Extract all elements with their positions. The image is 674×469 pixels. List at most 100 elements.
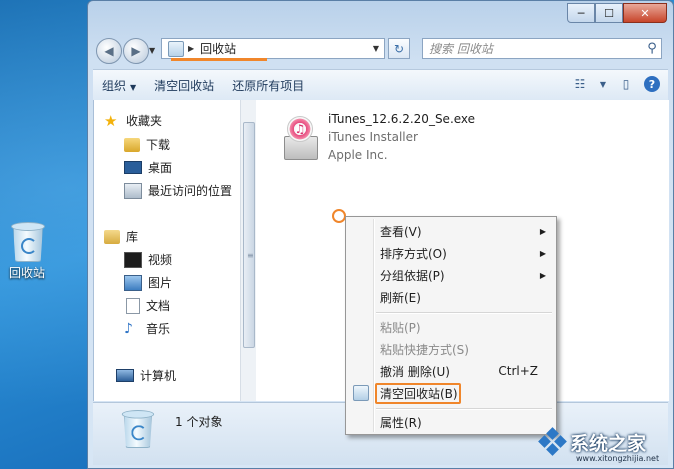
desktop-icon-label: 回收站 (8, 266, 45, 280)
back-button[interactable]: ◀ (96, 38, 122, 64)
scrollbar-grip-icon: ≡ (247, 251, 254, 260)
music-icon: ♪ (124, 320, 133, 337)
highlight-box (375, 383, 461, 404)
back-arrow-icon: ◀ (104, 44, 114, 58)
click-marker (332, 209, 346, 223)
command-bar: 组织 ▼ 清空回收站 还原所有项目 ☷ ▼ ▯ ? (93, 69, 668, 101)
sidebar-item-computer[interactable]: 计算机 (116, 367, 176, 384)
submenu-arrow-icon: ▶ (539, 226, 546, 236)
sidebar-item-documents[interactable]: 文档 (126, 297, 170, 314)
empty-recycle-bin-button[interactable]: 清空回收站 (145, 77, 223, 94)
desktop-icon (124, 161, 142, 174)
file-name: iTunes_12.6.2.20_Se.exe (328, 112, 476, 126)
recent-pages-dropdown[interactable]: ▼ (149, 46, 155, 55)
search-icon[interactable]: ⚲ (643, 41, 661, 56)
sidebar-item-label: 计算机 (140, 369, 177, 383)
sidebar-item-music[interactable]: ♪ 音乐 (124, 320, 170, 337)
recycle-bin-icon (10, 222, 45, 262)
sidebar-item-label: 文档 (146, 299, 171, 313)
item-count: 1 个对象 (175, 415, 223, 429)
sidebar-item-pictures[interactable]: 图片 (124, 274, 172, 291)
refresh-button[interactable]: ↻ (388, 38, 410, 59)
address-dropdown[interactable]: ▼ (368, 44, 384, 53)
downloads-icon (124, 137, 140, 152)
watermark: 系统之家 www.xitongzhijia.net (538, 420, 670, 464)
sidebar-item-desktop[interactable]: 桌面 (124, 159, 172, 176)
menu-item-label: 撤消 删除(U) (380, 364, 450, 379)
search-placeholder[interactable]: 搜索 回收站 (423, 40, 643, 57)
recycle-bin-icon (121, 410, 155, 448)
chevron-down-icon: ▼ (130, 82, 137, 92)
address-bar[interactable]: ▶ 回收站 ▼ (161, 38, 385, 59)
menu-item-sort-by[interactable]: 排序方式(O) ▶ (348, 242, 554, 264)
sidebar-item-label: 音乐 (146, 322, 171, 336)
menu-item-label: 刷新(E) (380, 290, 421, 305)
recent-places-icon (124, 182, 142, 199)
menu-item-group-by[interactable]: 分组依据(P) ▶ (348, 264, 554, 286)
menu-item-paste-shortcut: 粘贴快捷方式(S) (348, 338, 554, 360)
submenu-arrow-icon: ▶ (539, 248, 546, 258)
minimize-button[interactable]: ─ (567, 3, 595, 23)
navigation-pane: ★ 收藏夹 下载 桌面 最近访问的位置 库 视频 图片 文档 ♪ 音乐 计算机 (94, 100, 240, 401)
music-note-icon: ♫ (294, 122, 306, 136)
menu-separator (376, 312, 552, 314)
menu-item-label: 属性(R) (380, 415, 422, 430)
menu-item-label: 分组依据(P) (380, 268, 445, 283)
menu-item-view[interactable]: 查看(V) ▶ (348, 220, 554, 242)
view-dropdown-icon[interactable]: ▼ (598, 75, 608, 93)
sidebar-item-label: 桌面 (148, 161, 173, 175)
recycle-bin-small-icon (353, 385, 369, 401)
file-type: iTunes Installer (328, 130, 418, 144)
toolbar-right: ☷ ▼ ▯ ? (570, 75, 660, 93)
forward-arrow-icon: ▶ (131, 44, 141, 58)
menu-item-undo-delete[interactable]: 撤消 删除(U) Ctrl+Z (348, 360, 554, 382)
organize-button[interactable]: 组织 ▼ (93, 77, 145, 94)
menu-item-shortcut: Ctrl+Z (498, 364, 538, 378)
view-options-icon[interactable]: ☷ (570, 75, 590, 93)
scrollbar-thumb[interactable]: ≡ (243, 122, 255, 348)
restore-all-button[interactable]: 还原所有项目 (223, 77, 313, 94)
sidebar-item-recent[interactable]: 最近访问的位置 (124, 182, 232, 199)
menu-separator (376, 408, 552, 410)
refresh-icon: ↻ (393, 41, 405, 56)
video-icon (124, 251, 142, 268)
search-box[interactable]: 搜索 回收站 ⚲ (422, 38, 662, 59)
breadcrumb-recycle-bin[interactable]: 回收站 (200, 40, 368, 57)
file-company: Apple Inc. (328, 148, 388, 162)
sidebar-item-downloads[interactable]: 下载 (124, 136, 170, 153)
file-details: iTunes_12.6.2.20_Se.exe iTunes Installer… (328, 110, 475, 164)
help-icon[interactable]: ? (644, 76, 660, 92)
documents-icon (126, 297, 140, 314)
recycle-bin-small-icon (168, 40, 184, 57)
menu-item-label: 粘贴快捷方式(S) (380, 342, 469, 357)
sidebar-item-libraries[interactable]: 库 (104, 228, 138, 245)
menu-item-label: 粘贴(P) (380, 320, 421, 335)
menu-item-paste: 粘贴(P) (348, 316, 554, 338)
navigation-scrollbar[interactable]: ≡ (240, 100, 256, 401)
watermark-text: 系统之家 (570, 432, 647, 455)
sidebar-item-label: 收藏夹 (126, 114, 163, 128)
caption-buttons: ─ ☐ ✕ (567, 3, 667, 23)
library-icon (104, 229, 120, 244)
preview-pane-icon[interactable]: ▯ (616, 75, 636, 93)
address-highlight-underline (171, 58, 267, 61)
forward-button[interactable]: ▶ (123, 38, 149, 64)
close-button[interactable]: ✕ (623, 3, 667, 23)
sidebar-item-label: 图片 (148, 276, 173, 290)
watermark-url: www.xitongzhijia.net (576, 454, 660, 463)
sidebar-item-favorites[interactable]: ★ 收藏夹 (104, 112, 162, 129)
breadcrumb-separator[interactable]: ▶ (188, 44, 194, 53)
sidebar-item-label: 库 (126, 230, 139, 244)
sidebar-item-videos[interactable]: 视频 (124, 251, 172, 268)
sidebar-item-label: 下载 (146, 138, 171, 152)
maximize-button[interactable]: ☐ (595, 3, 623, 23)
sidebar-item-label: 视频 (148, 253, 173, 267)
site-logo-icon (538, 427, 567, 456)
star-icon: ★ (104, 111, 118, 130)
organize-label: 组织 (102, 78, 127, 93)
desktop-recycle-bin[interactable]: 回收站 (2, 222, 52, 281)
menu-item-properties[interactable]: 属性(R) (348, 411, 554, 433)
menu-item-refresh[interactable]: 刷新(E) (348, 286, 554, 308)
context-menu: 查看(V) ▶ 排序方式(O) ▶ 分组依据(P) ▶ 刷新(E) 粘贴(P) … (345, 216, 557, 435)
computer-icon (116, 369, 134, 382)
